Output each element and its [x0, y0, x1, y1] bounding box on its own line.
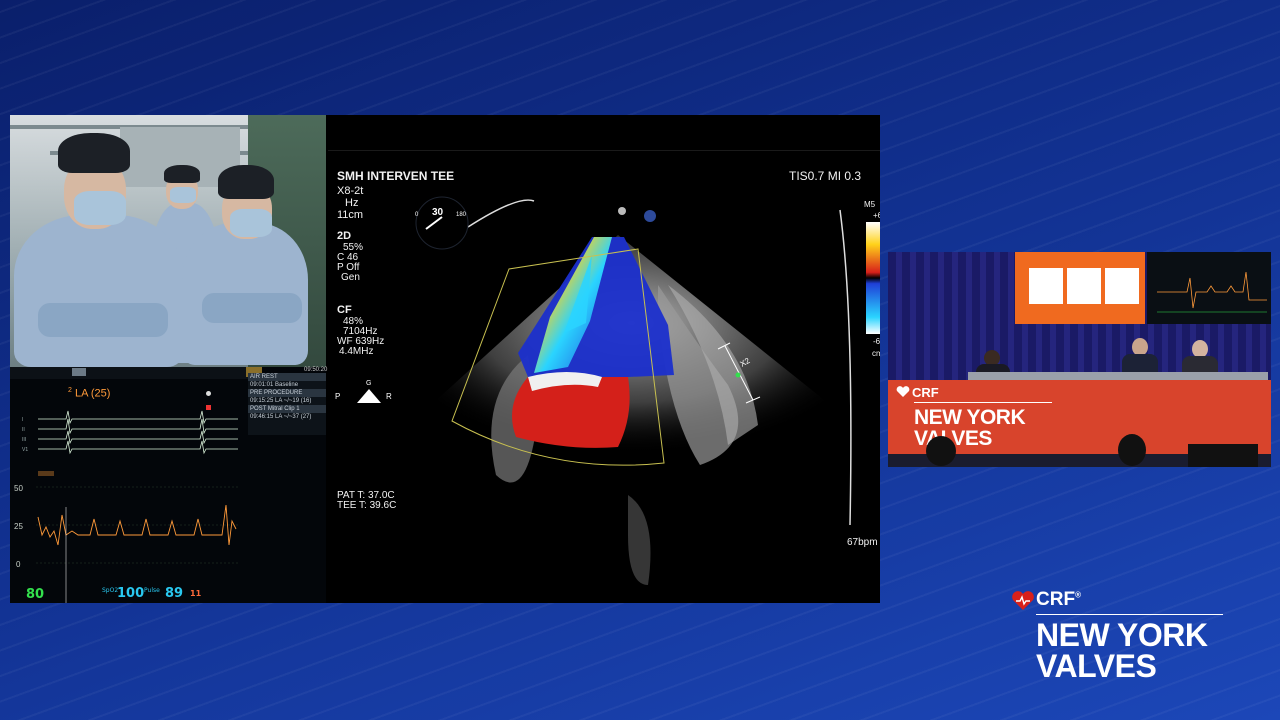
clinician-left — [10, 133, 190, 367]
orientation-g: G — [366, 380, 371, 387]
angle-dial — [415, 196, 469, 250]
lead-label: I — [22, 417, 23, 423]
orientation-icon — [644, 210, 656, 222]
ecg-waveforms: I II III V1 50 25 0 — [14, 410, 238, 603]
brand-line1: NEW YORK — [1036, 617, 1208, 653]
operating-room-camera — [10, 115, 326, 367]
pulse-value: 89 — [165, 586, 184, 601]
pressure-scale-tag — [38, 471, 54, 476]
orientation-marker-icon — [357, 389, 381, 403]
probe-marker-icon — [618, 207, 626, 215]
spo2-label: SpO2 — [102, 587, 119, 594]
panel-discussion-video: CRF NEW YORK VALVES — [888, 252, 1271, 467]
monitor-screen-wave — [1157, 271, 1267, 313]
pulse-label: Pulse — [144, 587, 160, 594]
brand-rule — [1036, 614, 1223, 615]
orientation-p: P — [335, 392, 340, 401]
speaker-photo — [1067, 268, 1101, 304]
caliper-marker-icon — [735, 372, 741, 378]
audience-silhouettes — [888, 434, 1271, 467]
laptops — [968, 372, 1268, 380]
angle-max: 180 — [456, 212, 467, 218]
spo2-value: 100 — [117, 586, 145, 601]
lead-label: II — [22, 427, 25, 433]
speaker-slide — [1015, 252, 1145, 324]
heart-icon — [896, 386, 910, 397]
sector-arc — [467, 199, 535, 228]
desk-logo-rule — [914, 402, 1052, 403]
velocity-color-bar — [866, 222, 880, 334]
orientation-r: R — [386, 392, 392, 401]
desk-crf-logo: CRF — [912, 385, 939, 400]
tee-echo-display: SMH INTERVEN TEE X8-2t Hz 11cm 2D 55% C … — [328, 115, 880, 603]
monitor-screen-feed — [1147, 252, 1271, 324]
heart-rate-value: 80 — [26, 587, 45, 602]
pressure-scale-mid: 25 — [14, 522, 23, 531]
hemodynamic-monitor: 2 LA (25) AIR REST 09:01:01 Baseline PRE… — [10, 367, 327, 603]
speaker-photo — [1105, 268, 1139, 304]
angle-needle — [425, 216, 443, 230]
depth-arc — [839, 209, 852, 526]
brand-logo: NEW YORK VALVES — [1036, 617, 1208, 684]
probe-angle: 30 — [432, 207, 444, 218]
heart-icon — [1012, 591, 1034, 610]
desk-logo-line1: NEW YORK — [914, 406, 1026, 429]
echo-image: 30 0 180 X2 P G R — [335, 196, 880, 585]
vitals-bar: 80 SpO2 100 Pulse 89 11 — [10, 585, 326, 603]
pressure-gridlines — [36, 486, 238, 564]
pressure-scale-bottom: 0 — [16, 560, 21, 569]
tissue-shadow — [628, 495, 651, 585]
speaker-photo — [1029, 268, 1063, 304]
clinician-right — [182, 165, 312, 365]
brand-crf: CRF® — [1036, 589, 1081, 610]
lead-label: V1 — [22, 447, 28, 453]
lead-label: III — [22, 437, 26, 443]
brand-line2: VALVES — [1036, 648, 1157, 684]
main-video-panel: 2 LA (25) AIR REST 09:01:01 Baseline PRE… — [10, 115, 880, 603]
color-flow-red — [512, 377, 630, 448]
pressure-scale-top: 50 — [14, 484, 23, 493]
brand-crf-text: CRF — [1036, 589, 1076, 610]
resp-rate-value: 11 — [190, 589, 202, 598]
ecg-traces — [38, 410, 238, 455]
